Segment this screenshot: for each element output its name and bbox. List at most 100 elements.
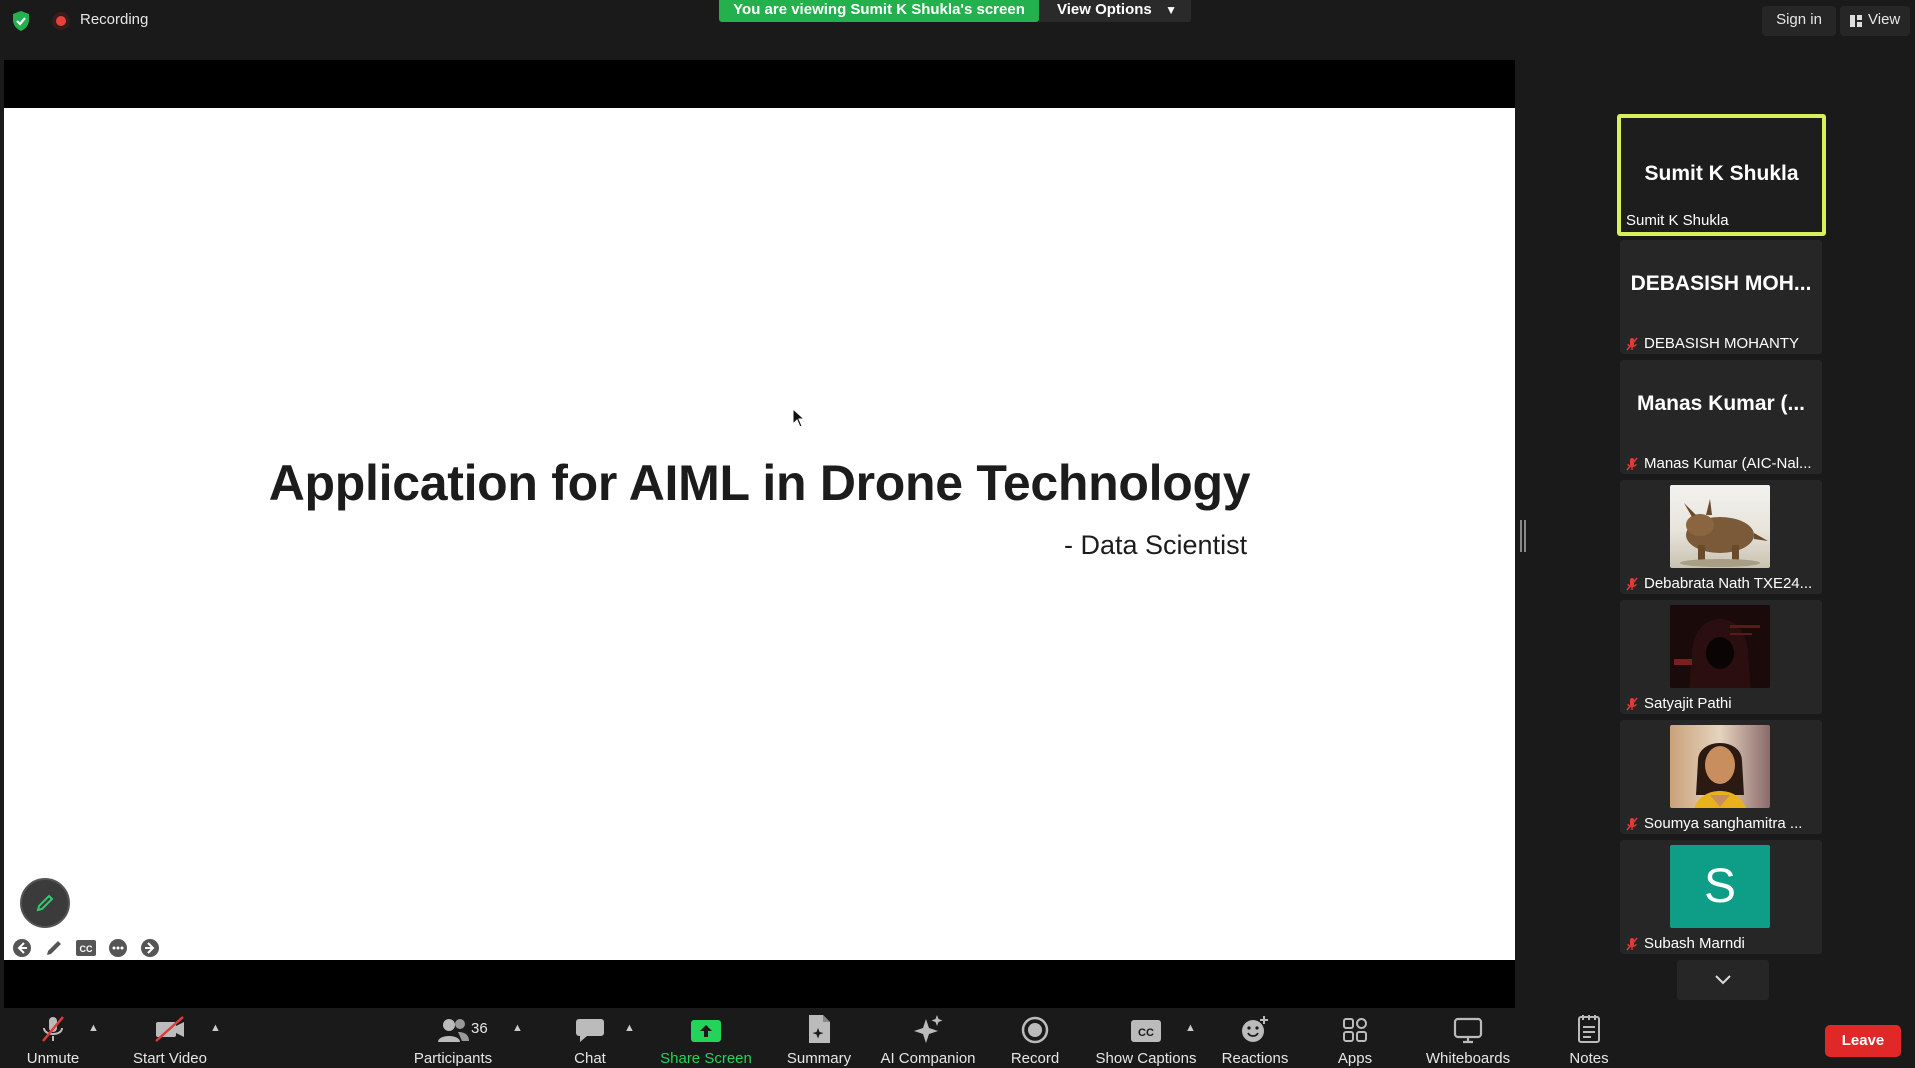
start-video-label: Start Video bbox=[133, 1050, 207, 1067]
portrait-photo-icon bbox=[1693, 743, 1747, 808]
pencil-icon bbox=[36, 894, 54, 912]
notes-icon bbox=[1578, 1015, 1600, 1043]
audio-options-caret-icon[interactable]: ▲ bbox=[88, 1022, 99, 1034]
participant-tile[interactable]: Manas Kumar (... Manas Kumar (AIC-Nal... bbox=[1620, 360, 1822, 474]
record-button[interactable]: Record bbox=[1006, 1008, 1064, 1068]
participant-name: Satyajit Pathi bbox=[1624, 695, 1732, 712]
participant-tile[interactable]: Debabrata Nath TXE24... bbox=[1620, 480, 1822, 594]
view-options-button[interactable]: View Options ▼ bbox=[1039, 0, 1191, 22]
captions-cc-icon: CC bbox=[1131, 1020, 1161, 1042]
participant-tile[interactable]: S Subash Marndi bbox=[1620, 840, 1822, 954]
notes-button[interactable]: Notes bbox=[1560, 1008, 1618, 1068]
whiteboards-button[interactable]: Whiteboards bbox=[1418, 1008, 1518, 1068]
ai-companion-label: AI Companion bbox=[880, 1050, 976, 1067]
next-slide-button[interactable] bbox=[138, 936, 162, 960]
summary-document-icon bbox=[809, 1015, 830, 1043]
record-icon bbox=[1021, 1016, 1049, 1044]
participant-name: DEBASISH MOHANTY bbox=[1624, 335, 1799, 352]
gallery-scroll-down-button[interactable] bbox=[1677, 960, 1769, 1000]
participant-avatar-photo bbox=[1670, 605, 1770, 688]
summary-button[interactable]: Summary bbox=[780, 1008, 858, 1068]
participant-name: Soumya sanghamitra ... bbox=[1624, 815, 1802, 832]
participant-avatar-photo bbox=[1670, 725, 1770, 808]
ai-companion-button[interactable]: AI Companion bbox=[876, 1008, 980, 1068]
mouse-cursor-icon bbox=[792, 408, 806, 428]
encryption-shield-icon[interactable] bbox=[10, 10, 32, 32]
show-captions-button[interactable]: CC Show Captions bbox=[1094, 1008, 1198, 1068]
leave-button[interactable]: Leave bbox=[1825, 1025, 1901, 1057]
sparkle-icon bbox=[914, 1015, 943, 1043]
apps-button[interactable]: Apps bbox=[1326, 1008, 1384, 1068]
participants-button[interactable]: Participants bbox=[408, 1008, 498, 1068]
slide-pen-button[interactable] bbox=[42, 936, 66, 960]
participants-count: 36 bbox=[471, 1020, 488, 1037]
view-grid-icon bbox=[1850, 15, 1862, 27]
whiteboard-icon bbox=[1453, 1017, 1483, 1044]
arrow-right-circle-icon bbox=[141, 939, 159, 957]
participants-icon bbox=[438, 1019, 469, 1042]
svg-text:CC: CC bbox=[1138, 1027, 1154, 1039]
participants-label: Participants bbox=[413, 1050, 493, 1067]
hooded-figure-photo-icon bbox=[1670, 605, 1770, 688]
share-screen-button[interactable]: Share Screen bbox=[658, 1008, 754, 1068]
presentation-slide: Application for AIML in Drone Technology… bbox=[4, 108, 1515, 960]
meeting-controls-toolbar: Unmute ▲ Start Video ▲ Participants 36 ▲… bbox=[0, 1008, 1915, 1068]
participant-tile-active-speaker[interactable]: Sumit K Shukla Sumit K Shukla bbox=[1617, 114, 1826, 236]
slide-title: Application for AIML in Drone Technology bbox=[268, 455, 1251, 511]
view-button-label: View bbox=[1868, 11, 1901, 28]
participant-name: Subash Marndi bbox=[1624, 935, 1745, 952]
share-screen-label: Share Screen bbox=[660, 1050, 752, 1067]
view-options-label: View Options bbox=[1057, 1, 1152, 18]
unmute-button[interactable]: Unmute bbox=[18, 1008, 88, 1068]
participant-tile[interactable]: Satyajit Pathi bbox=[1620, 600, 1822, 714]
avatar-letter: S bbox=[1703, 860, 1736, 913]
participant-tile[interactable]: Soumya sanghamitra ... bbox=[1620, 720, 1822, 834]
slide-toolbar: CC bbox=[10, 936, 162, 960]
reactions-button[interactable]: Reactions bbox=[1218, 1008, 1292, 1068]
mic-muted-icon bbox=[42, 1016, 64, 1042]
slide-subtitle: - Data Scientist bbox=[1064, 530, 1248, 560]
chat-label: Chat bbox=[574, 1050, 606, 1067]
pen-icon bbox=[47, 941, 61, 955]
slide-more-button[interactable] bbox=[106, 936, 130, 960]
participant-tile[interactable]: DEBASISH MOH... DEBASISH MOHANTY bbox=[1620, 240, 1822, 354]
unmute-label: Unmute bbox=[26, 1050, 80, 1067]
annotate-pen-button[interactable] bbox=[20, 878, 70, 928]
summary-label: Summary bbox=[786, 1050, 852, 1067]
panel-resize-handle[interactable] bbox=[1520, 520, 1526, 552]
whiteboards-label: Whiteboards bbox=[1425, 1050, 1511, 1067]
mic-muted-icon bbox=[1626, 456, 1638, 471]
reactions-smiley-icon bbox=[1242, 1016, 1268, 1042]
participant-name: Sumit K Shukla bbox=[1626, 212, 1729, 229]
captions-caret-icon[interactable]: ▲ bbox=[1185, 1022, 1196, 1034]
chevron-down-icon bbox=[1715, 975, 1731, 985]
participants-caret-icon[interactable]: ▲ bbox=[512, 1022, 523, 1034]
svg-text:CC: CC bbox=[80, 944, 93, 954]
view-button[interactable]: View bbox=[1840, 6, 1910, 36]
chat-button[interactable]: Chat bbox=[562, 1008, 618, 1068]
show-captions-label: Show Captions bbox=[1095, 1050, 1197, 1067]
dinosaur-photo-icon bbox=[1680, 499, 1768, 567]
recording-label[interactable]: Recording bbox=[80, 11, 148, 28]
chat-caret-icon[interactable]: ▲ bbox=[624, 1022, 635, 1034]
mic-muted-icon bbox=[1626, 696, 1638, 711]
recording-indicator-icon[interactable] bbox=[52, 12, 70, 30]
video-options-caret-icon[interactable]: ▲ bbox=[210, 1022, 221, 1034]
notes-label: Notes bbox=[1569, 1050, 1609, 1067]
previous-slide-button[interactable] bbox=[10, 936, 34, 960]
apps-icon bbox=[1343, 1018, 1367, 1042]
slide-captions-button[interactable]: CC bbox=[74, 936, 98, 960]
arrow-left-circle-icon bbox=[13, 939, 31, 957]
video-off-icon bbox=[155, 1016, 184, 1042]
more-horizontal-icon bbox=[109, 939, 127, 957]
mic-muted-icon bbox=[1626, 576, 1638, 591]
mic-muted-icon bbox=[1626, 816, 1638, 831]
participant-name: Debabrata Nath TXE24... bbox=[1624, 575, 1812, 592]
mic-muted-icon bbox=[1626, 936, 1638, 951]
sign-in-button[interactable]: Sign in bbox=[1762, 6, 1836, 36]
start-video-button[interactable]: Start Video bbox=[128, 1008, 212, 1068]
top-bar: Recording You are viewing Sumit K Shukla… bbox=[0, 0, 1915, 44]
participant-big-name: Manas Kumar (... bbox=[1636, 392, 1806, 415]
participant-avatar-photo bbox=[1670, 485, 1770, 568]
apps-label: Apps bbox=[1337, 1050, 1373, 1067]
